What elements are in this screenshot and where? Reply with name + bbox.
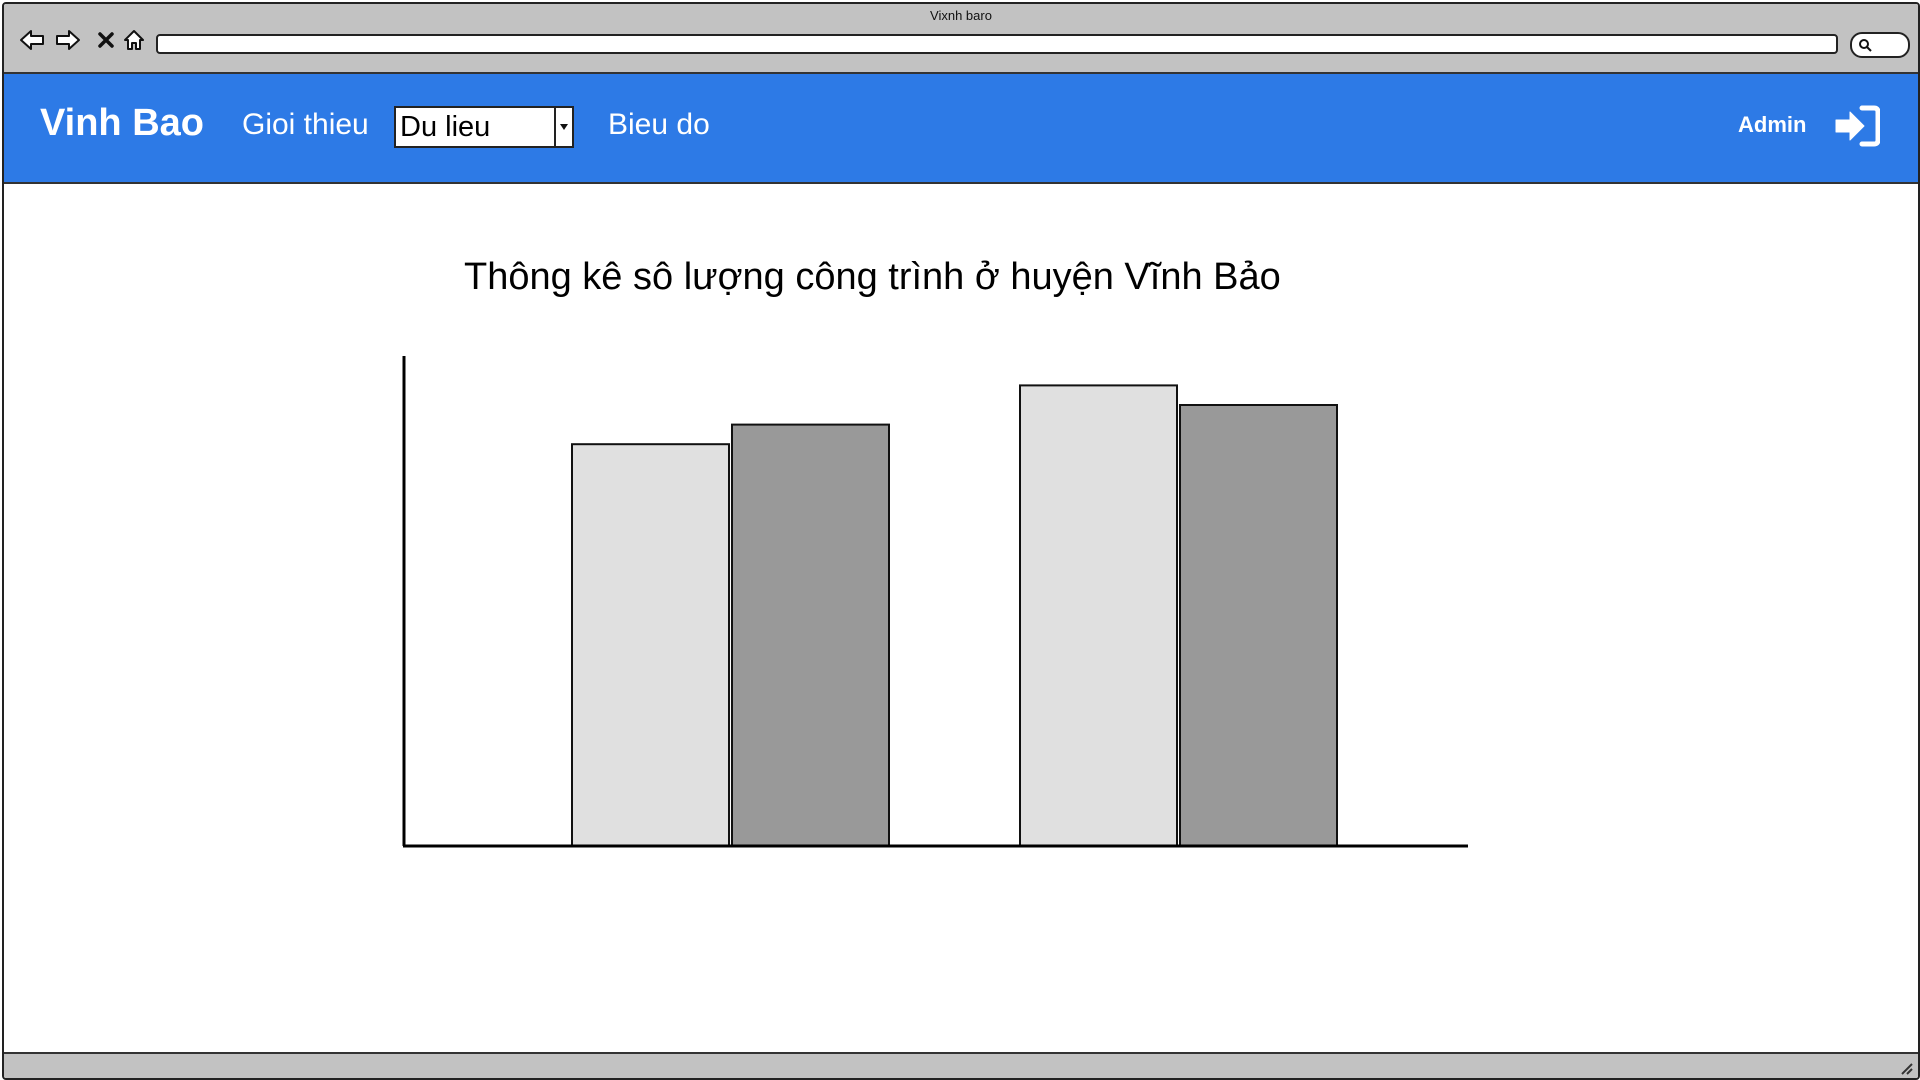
search-icon — [1859, 39, 1872, 52]
nav-about-link[interactable]: Gioi thieu — [242, 108, 369, 142]
window-title: Vixnh baro — [930, 8, 992, 23]
data-dropdown-value: Du lieu — [400, 111, 491, 143]
bar-group-2-series-2 — [1179, 404, 1338, 847]
bar-group-2-series-1 — [1019, 384, 1178, 848]
address-bar[interactable] — [156, 34, 1838, 54]
home-button[interactable] — [120, 26, 148, 54]
back-button[interactable] — [18, 26, 46, 54]
arrow-left-icon — [20, 30, 44, 50]
chart-title: Thông kê sô lượng công trình ở huyện Vĩn… — [464, 256, 1281, 298]
status-bar — [4, 1052, 1918, 1078]
login-button[interactable] — [1834, 104, 1881, 148]
home-icon — [124, 30, 144, 50]
forward-button[interactable] — [54, 26, 82, 54]
site-header: Vinh Bao Gioi thieu Du lieu Bieu do Admi… — [4, 74, 1918, 184]
arrow-right-icon — [56, 30, 80, 50]
browser-titlebar: Vixnh baro — [4, 4, 1918, 74]
resize-grip-icon[interactable] — [1898, 1060, 1914, 1076]
bar-group-1-series-2 — [731, 423, 890, 847]
browser-window: Vixnh baro Vinh Bao Gioi thieu Du lieu B… — [2, 2, 1920, 1080]
close-icon — [98, 32, 114, 48]
browser-search-box[interactable] — [1850, 32, 1910, 58]
bar-chart — [402, 356, 1468, 848]
user-name[interactable]: Admin — [1738, 112, 1806, 138]
brand-logo[interactable]: Vinh Bao — [40, 102, 204, 145]
stop-button[interactable] — [92, 26, 120, 54]
dropdown-button[interactable] — [554, 108, 572, 146]
caret-down-icon — [560, 124, 568, 130]
data-dropdown[interactable]: Du lieu — [394, 106, 574, 148]
nav-chart-link[interactable]: Bieu do — [608, 108, 710, 142]
bar-group-1-series-1 — [571, 443, 730, 847]
sign-in-icon — [1835, 105, 1881, 147]
